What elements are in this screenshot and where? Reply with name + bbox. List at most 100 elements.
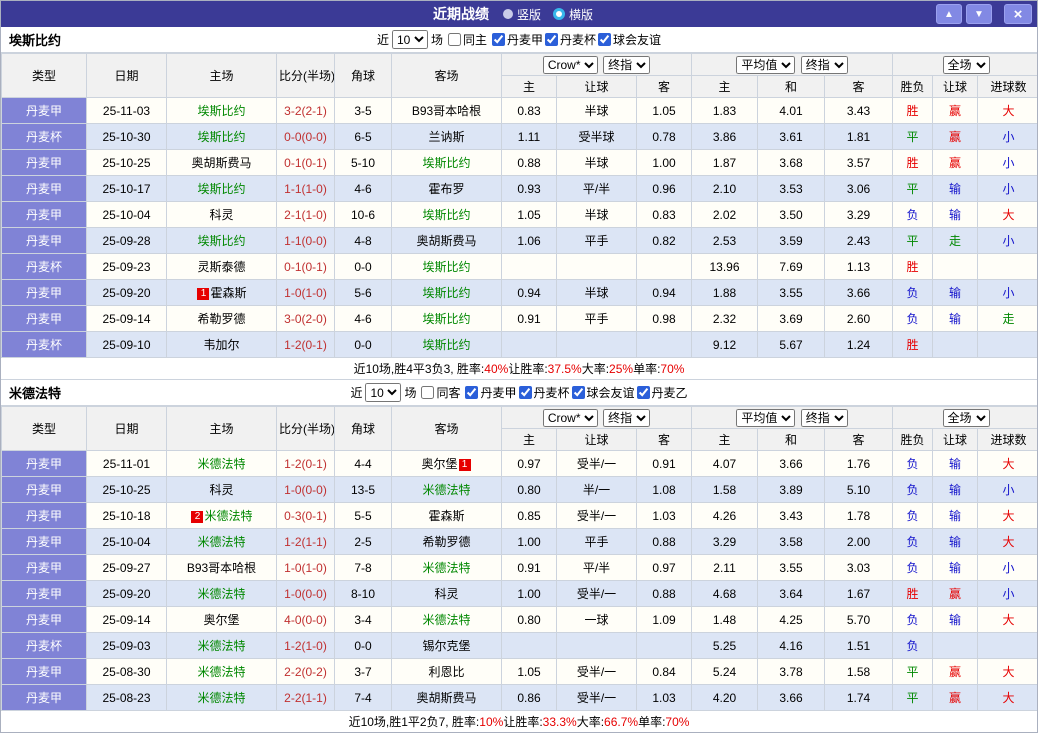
bookmaker-select[interactable]: Crow*	[542, 55, 598, 74]
handicap-result-cell: 输	[932, 279, 979, 306]
date-cell: 25-09-14	[86, 606, 167, 633]
col-away: 客场	[391, 53, 502, 98]
result-cell: 平	[892, 227, 934, 254]
league-checkbox[interactable]	[545, 32, 559, 46]
league-checkbox[interactable]	[598, 32, 612, 46]
fulltime-select[interactable]: 全场	[942, 408, 990, 427]
home-team-cell: 奥尔堡	[166, 606, 277, 633]
corner-cell: 10-6	[334, 201, 392, 228]
home-team-cell: 米德法特	[166, 632, 277, 659]
league-filter[interactable]: 丹麦乙	[636, 384, 688, 401]
team-name: 米德法特	[422, 483, 471, 497]
odds-home-cell: 0.85	[501, 502, 557, 529]
same-side-checkbox[interactable]	[447, 33, 461, 46]
avg-draw-cell: 4.01	[757, 97, 826, 124]
recent-count-select[interactable]: 10	[365, 383, 402, 402]
fulltime-select[interactable]: 全场	[942, 55, 990, 74]
close-icon: ×	[1013, 5, 1023, 23]
odds-stage-select[interactable]: 终指	[603, 55, 651, 74]
league-checkbox[interactable]	[636, 385, 650, 399]
result-cell: 胜	[892, 331, 934, 358]
sub-avg-draw: 和	[757, 428, 826, 451]
league-checkbox[interactable]	[465, 385, 479, 399]
avg-draw-cell: 3.66	[757, 450, 826, 477]
score-cell: 1-2(0-1)	[276, 450, 335, 477]
league-checkbox[interactable]	[492, 32, 505, 46]
same-side-filter[interactable]: 同客	[421, 384, 460, 401]
league-filter[interactable]: 丹麦甲	[492, 31, 543, 48]
same-side-checkbox[interactable]	[421, 386, 435, 399]
league-checkbox[interactable]	[518, 385, 532, 399]
type-cell: 丹麦甲	[1, 658, 87, 685]
result-cell: 负	[892, 528, 934, 555]
avg-stage-select[interactable]: 终指	[800, 408, 848, 427]
home-team-cell: B93哥本哈根	[166, 554, 277, 581]
results-body: 丹麦甲 25-11-01 米德法特 1-2(0-1) 4-4 奥尔堡 1 0.97 受半/一 0.…	[1, 450, 1037, 711]
league-filter[interactable]: 球会友谊	[571, 384, 635, 401]
date-cell: 25-09-27	[86, 554, 167, 581]
avg-draw-cell: 5.67	[757, 331, 826, 358]
home-team-cell: 灵斯泰德	[166, 253, 277, 280]
home-team-cell: 韦加尔	[166, 331, 277, 358]
summary-text: 让胜率:	[503, 715, 543, 729]
results-table: 类型 日期 主场 比分(半场) 角球 客场 Crow* 终指 平均值 终指 全场…	[1, 406, 1037, 711]
move-up-button[interactable]: ▲	[936, 4, 962, 24]
odds-away-cell: 1.03	[635, 684, 693, 711]
team-name: 灵斯泰德	[197, 260, 246, 274]
odds-line-cell: 一球	[556, 606, 637, 633]
date-cell: 25-10-18	[86, 502, 167, 529]
match-row: 丹麦甲 25-09-14 奥尔堡 4-0(0-0) 3-4 米德法特 0.80 一球 1.09 1…	[1, 606, 1037, 633]
avg-draw-cell: 3.64	[757, 580, 826, 607]
average-select[interactable]: 平均值	[736, 55, 796, 74]
move-down-button[interactable]: ▼	[966, 4, 992, 24]
date-cell: 25-11-03	[86, 97, 167, 124]
avg-home-cell: 2.53	[691, 227, 759, 254]
sub-avg-home: 主	[691, 428, 759, 451]
odds-away-cell: 0.97	[635, 554, 693, 581]
away-team-cell: 霍布罗	[391, 175, 502, 202]
match-row: 丹麦甲 25-08-30 米德法特 2-2(0-2) 3-7 利恩比 1.05 受半/一 0.8…	[1, 658, 1037, 685]
home-team-cell: 米德法特	[166, 684, 277, 711]
goals-result-cell: 大	[977, 528, 1037, 555]
layout-vertical-radio[interactable]: 竖版	[502, 6, 541, 23]
away-team-cell: 奥胡斯费马	[391, 227, 502, 254]
odds-home-cell: 0.88	[501, 149, 557, 176]
team-name: 埃斯比约	[422, 156, 471, 170]
goals-result-cell: 小	[977, 279, 1037, 306]
league-filter[interactable]: 丹麦甲	[465, 384, 517, 401]
layout-horizontal-radio[interactable]: 横版	[553, 6, 593, 23]
home-team-cell: 奥胡斯费马	[166, 149, 277, 176]
league-filter[interactable]: 丹麦杯	[545, 31, 596, 48]
average-select[interactable]: 平均值	[736, 408, 796, 427]
team-name: 兰讷斯	[428, 130, 465, 144]
close-button[interactable]: ×	[1004, 4, 1032, 24]
match-row: 丹麦甲 25-10-25 科灵 1-0(0-0) 13-5 米德法特 0.80 半/一 1.08…	[1, 476, 1037, 503]
date-cell: 25-10-04	[86, 528, 167, 555]
avg-stage-select[interactable]: 终指	[800, 55, 848, 74]
match-row: 丹麦杯 25-09-23 灵斯泰德 0-1(0-1) 0-0 埃斯比约 13.96 7.69 1…	[1, 253, 1037, 280]
bookmaker-select[interactable]: Crow*	[542, 408, 598, 427]
same-side-filter[interactable]: 同主	[447, 31, 487, 48]
goals-result-cell	[977, 331, 1037, 358]
result-cell: 平	[892, 658, 934, 685]
league-checkbox[interactable]	[571, 385, 585, 399]
goals-result-cell: 小	[977, 175, 1037, 202]
odds-away-cell: 0.88	[635, 580, 693, 607]
odds-home-cell: 0.80	[501, 606, 557, 633]
odds-stage-select[interactable]: 终指	[603, 408, 651, 427]
date-cell: 25-11-01	[86, 450, 167, 477]
score-cell: 3-2(2-1)	[276, 97, 335, 124]
odds-home-cell: 0.83	[501, 97, 557, 124]
avg-home-cell: 1.83	[691, 97, 759, 124]
corner-cell: 0-0	[334, 632, 392, 659]
recent-count-select[interactable]: 10	[391, 30, 428, 49]
result-cell: 负	[892, 502, 934, 529]
league-filter[interactable]: 球会友谊	[598, 31, 661, 48]
avg-draw-cell: 3.50	[757, 201, 826, 228]
avg-draw-cell: 3.55	[757, 554, 826, 581]
corner-cell: 4-4	[334, 450, 392, 477]
score-cell: 4-0(0-0)	[276, 606, 335, 633]
filter-controls: 近 10 场 同客 丹麦甲 丹麦杯 球会友谊 丹麦乙	[350, 383, 688, 402]
corner-cell: 2-5	[334, 528, 392, 555]
league-filter[interactable]: 丹麦杯	[518, 384, 570, 401]
